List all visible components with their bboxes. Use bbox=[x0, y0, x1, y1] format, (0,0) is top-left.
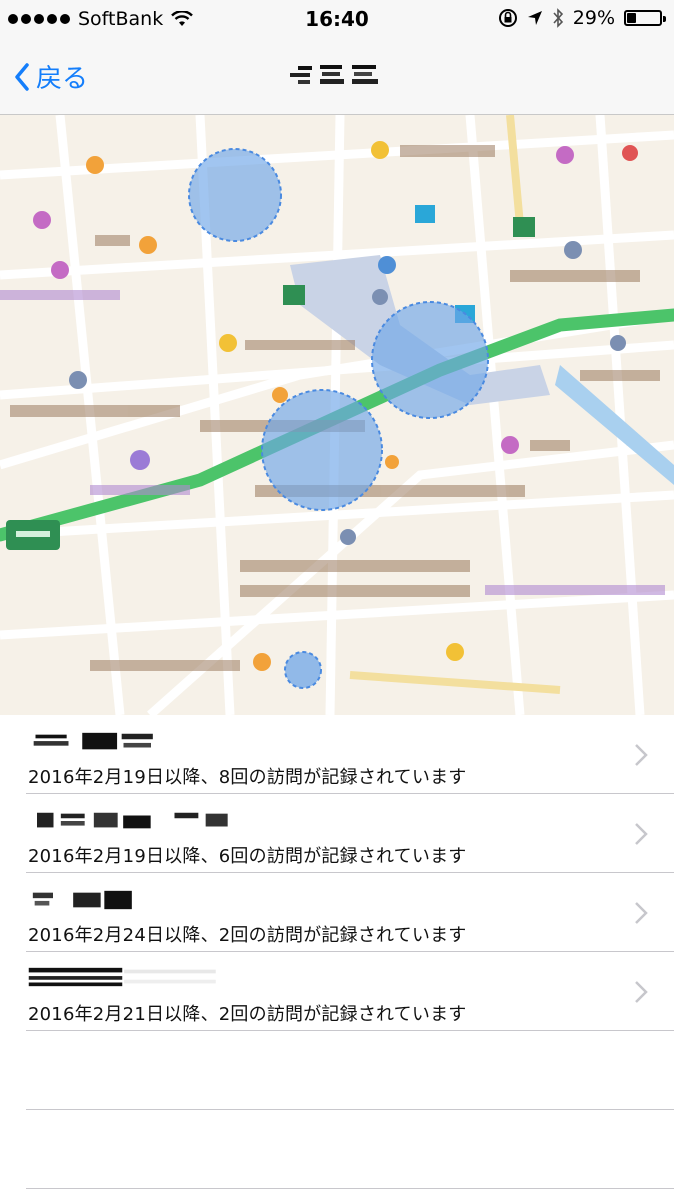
battery-percent: 29% bbox=[572, 7, 615, 29]
map-view[interactable] bbox=[0, 115, 674, 715]
chevron-right-icon bbox=[635, 744, 648, 766]
location-name-redacted bbox=[32, 890, 132, 910]
status-right: 29% bbox=[498, 7, 666, 29]
navigation-bar: 戻る bbox=[0, 38, 674, 115]
map-canvas bbox=[0, 115, 674, 715]
chevron-right-icon bbox=[635, 823, 648, 845]
visit-summary: 2016年2月19日以降、8回の訪問が記録されています bbox=[28, 767, 467, 788]
chevron-left-icon bbox=[15, 62, 29, 91]
chevron-right-icon bbox=[635, 981, 648, 1003]
status-bar: SoftBank 16:40 29% bbox=[0, 0, 674, 38]
location-arrow-icon bbox=[527, 11, 542, 25]
visit-summary: 2016年2月19日以降、6回の訪問が記録されています bbox=[28, 846, 467, 867]
battery-icon bbox=[624, 10, 666, 26]
back-label: 戻る bbox=[36, 64, 89, 94]
list-item[interactable]: 2016年2月24日以降、2回の訪問が記録されています bbox=[0, 873, 674, 952]
visit-summary: 2016年2月24日以降、2回の訪問が記録されています bbox=[28, 925, 467, 946]
bluetooth-icon bbox=[553, 8, 563, 28]
location-name-redacted bbox=[28, 967, 216, 987]
locations-list: 2016年2月19日以降、8回の訪問が記録されています 2016年2月19日以降… bbox=[0, 715, 674, 1189]
list-item[interactable]: 2016年2月19日以降、6回の訪問が記録されています bbox=[0, 794, 674, 873]
chevron-right-icon bbox=[635, 902, 648, 924]
location-name-redacted bbox=[33, 732, 153, 750]
empty-row bbox=[0, 1031, 674, 1110]
location-name-redacted bbox=[37, 812, 228, 829]
empty-row bbox=[0, 1110, 674, 1189]
page-title-redacted bbox=[290, 65, 378, 84]
list-item[interactable]: 2016年2月21日以降、2回の訪問が記録されています bbox=[0, 952, 674, 1031]
visit-summary: 2016年2月21日以降、2回の訪問が記録されています bbox=[28, 1004, 467, 1025]
back-button[interactable]: 戻る bbox=[14, 58, 88, 95]
rotation-lock-icon bbox=[498, 9, 517, 27]
list-item[interactable]: 2016年2月19日以降、8回の訪問が記録されています bbox=[0, 715, 674, 794]
